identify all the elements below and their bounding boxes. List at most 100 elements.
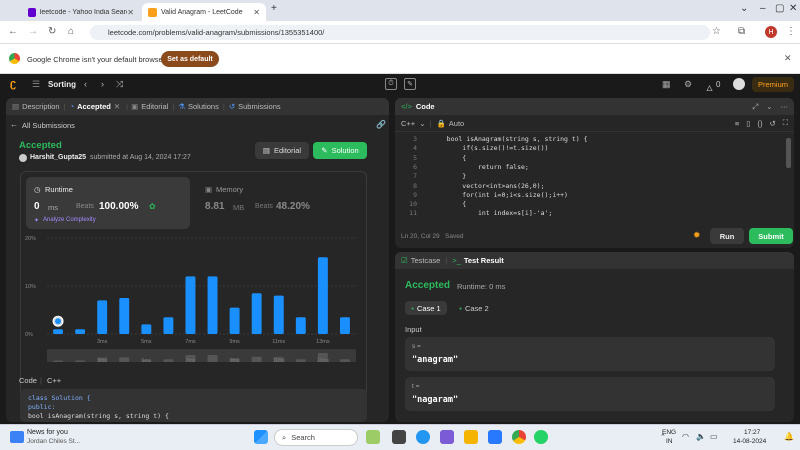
bookmark-icon[interactable]: ▯ [746,119,750,128]
chrome-taskbar-icon[interactable] [512,430,526,444]
code-line: bool isAnagram(string s, string t) { [28,412,169,420]
line-number: 10 [409,200,417,209]
whatsapp-icon[interactable] [534,430,548,444]
bookmark-star-icon[interactable]: ☆ [712,26,721,37]
leetcode-logo-icon[interactable]: ʗ [10,78,16,90]
code-preview[interactable]: class Solution { public: bool isAnagram(… [20,389,367,422]
shuffle-icon[interactable]: ⤨ [116,79,123,90]
debug-icon[interactable]: ⏱ [385,78,397,90]
submit-button[interactable]: Submit [749,228,793,244]
runtime-distribution-chart[interactable]: 20% 10% 0% 3ms 5ms 7ms 9ms 11ms 13ms 3ms 5ms 7ms 9ms… [21,232,366,362]
file-explorer-icon[interactable] [464,430,478,444]
forward-icon[interactable]: → [28,26,38,37]
tab-submissions[interactable]: Submissions [238,102,281,111]
task-view-icon[interactable] [392,430,406,444]
premium-button[interactable]: Premium [752,77,794,92]
news-widget-icon[interactable] [10,431,24,443]
back-arrow-icon[interactable]: ← [10,120,18,129]
tab-solutions[interactable]: Solutions [188,102,219,111]
language-region[interactable]: IN [666,438,673,445]
news-title[interactable]: News for you [27,429,68,436]
reload-icon[interactable]: ↻ [48,26,56,37]
tab-test-result[interactable]: Test Result [464,256,504,265]
browser-tab-leetcode[interactable]: Valid Anagram - LeetCode ✕ [142,3,266,21]
menu-icon[interactable]: ⋮ [786,26,796,37]
store-icon[interactable] [488,430,502,444]
clock-date[interactable]: 14-08-2024 [733,438,766,445]
overview-tick-label: 7ms [186,358,196,362]
braces-icon[interactable]: {} [757,119,762,128]
chart-bar [141,324,152,334]
case-1-tab[interactable]: • Case 1 [405,301,447,315]
tab-editorial[interactable]: Editorial [141,102,168,111]
infobar-close-icon[interactable]: ✕ [784,53,792,64]
tab-testcase[interactable]: Testcase [411,256,441,265]
editor-menu-icon[interactable]: ⋯ [781,102,789,111]
settings-gear-icon[interactable]: ⚙ [684,79,692,90]
extensions-icon[interactable]: ⧉ [738,26,745,37]
home-icon[interactable]: ⌂ [68,26,74,37]
next-problem-icon[interactable]: › [101,79,104,89]
fullscreen-icon[interactable]: ⛶ [783,118,788,128]
browser-tab-yahoo[interactable]: leetcode - Yahoo India Search R ✕ [22,3,140,21]
windows-start-icon[interactable] [254,430,268,444]
back-icon[interactable]: ← [8,26,18,37]
new-tab-icon[interactable]: + [271,3,277,14]
tab-search-icon[interactable]: ⌄ [740,3,748,14]
memory-box[interactable]: ▣ Memory 8.81 MB Beats 48.20% [201,177,361,229]
volume-icon[interactable]: 🔈 [696,432,706,441]
input-s-box[interactable]: s = "anagram" [405,337,775,371]
set-default-button[interactable]: Set as default [161,51,219,67]
battery-icon[interactable]: ▭ [710,432,718,441]
news-subtitle[interactable]: Jordan Chiles St... [27,438,80,445]
editor-scrollbar[interactable] [786,138,791,168]
share-link-icon[interactable]: 🔗 [376,120,386,129]
hint-icon[interactable]: ✹ [693,230,701,241]
close-tab-icon[interactable]: ✕ [127,8,134,17]
notifications-bell-icon[interactable]: 🔔 [784,432,794,441]
teams-icon[interactable] [440,430,454,444]
problem-list-icon[interactable]: ☰ [32,79,40,90]
run-button[interactable]: Run [710,228,744,244]
runtime-box[interactable]: ◷ Runtime 0 ms Beats 100.00% ✿ ✦ Analyze… [26,177,190,229]
window-close-icon[interactable]: ✕ [789,3,797,14]
user-avatar[interactable] [733,78,745,90]
submission-user[interactable]: Harshit_Gupta25 [30,154,86,161]
games-app-icon[interactable] [366,430,380,444]
line-number: 9 [413,190,417,199]
reset-icon[interactable]: ↺ [769,119,775,128]
minimize-icon[interactable]: – [760,3,766,14]
tab-accepted[interactable]: Accepted [77,102,111,111]
auto-mode[interactable]: Auto [449,119,464,128]
editorial-button[interactable]: ▤ Editorial [255,142,309,159]
tab-description[interactable]: Description [22,102,60,111]
clock-time[interactable]: 17:27 [744,429,760,436]
code-editor[interactable]: 3 bool isAnagram(string s, string t) {4 … [395,135,785,221]
layout-icon[interactable]: ▦ [662,79,671,90]
close-tab-icon[interactable]: ✕ [253,8,260,17]
language-select[interactable]: C++ [401,119,415,128]
overview-tick-label: 11ms [273,358,285,362]
edge-icon[interactable] [416,430,430,444]
chart-bar [295,317,306,334]
analyze-complexity-link[interactable]: Analyze Complexity [43,217,96,223]
prev-problem-icon[interactable]: ‹ [84,79,87,89]
expand-icon[interactable]: ⤢ [752,102,758,112]
case-2-tab[interactable]: • Case 2 [453,301,495,315]
profile-avatar[interactable]: H [765,26,777,38]
maximize-icon[interactable]: ▢ [775,3,784,14]
collapse-icon[interactable]: ⌄ [766,102,772,111]
input-t-box[interactable]: t = "nagaram" [405,377,775,411]
taskbar-search[interactable]: ⌕ Search [274,429,358,446]
close-accepted-icon[interactable]: ✕ [114,102,120,111]
format-icon[interactable]: ≡ [735,119,739,128]
x-tick-label: 3ms [97,339,108,345]
all-submissions-link[interactable]: All Submissions [22,121,75,130]
solution-button[interactable]: ✎ Solution [313,142,367,159]
notes-icon[interactable]: ✎ [404,78,416,90]
wifi-icon[interactable]: ◠ [682,432,689,441]
url-input[interactable]: leetcode.com/problems/valid-anagram/subm… [90,25,710,40]
code-line: public: [28,403,56,411]
problem-list-title[interactable]: Sorting [48,80,76,89]
language-code[interactable]: ENG [662,429,676,436]
